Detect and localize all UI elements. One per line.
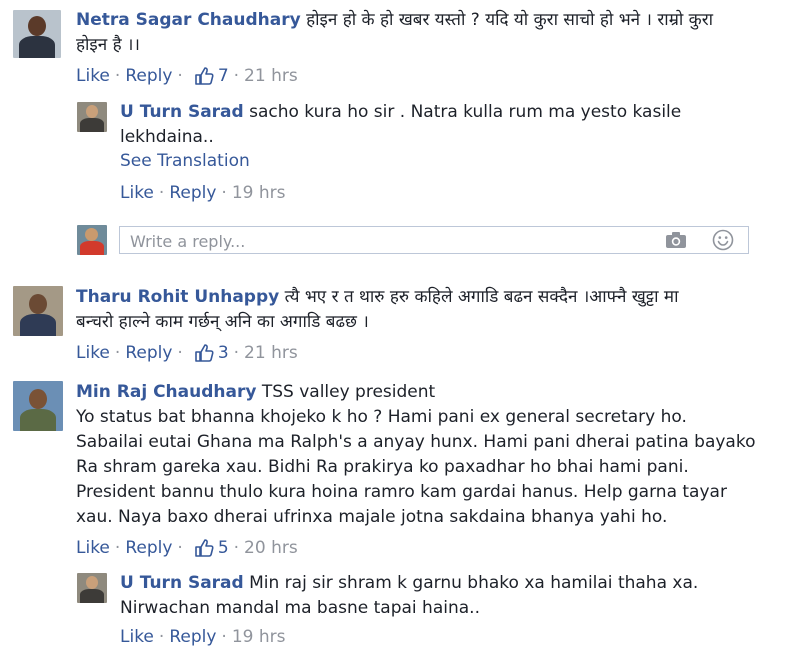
like-link[interactable]: Like — [76, 538, 110, 558]
comment-actions: Like · Reply · 5 · 20 hrs — [76, 538, 298, 558]
reply-author[interactable]: U Turn Sarad — [120, 102, 244, 122]
reply-link[interactable]: Reply — [169, 627, 216, 647]
like-link[interactable]: Like — [120, 627, 154, 647]
timestamp[interactable]: 21 hrs — [244, 66, 298, 86]
avatar[interactable] — [13, 10, 61, 58]
timestamp[interactable]: 20 hrs — [244, 538, 298, 558]
timestamp[interactable]: 21 hrs — [244, 343, 298, 363]
smiley-icon[interactable] — [712, 229, 734, 255]
timestamp[interactable]: 19 hrs — [232, 627, 286, 647]
like-link[interactable]: Like — [76, 66, 110, 86]
reply-text: Min raj sir shram k garnu bhako xa hamil… — [249, 573, 699, 593]
comment-text: Yo status bat bhanna khojeko k ho ? Hami… — [76, 407, 687, 427]
comment-text: TSS valley president — [261, 382, 436, 402]
comment-actions: Like · Reply · 3 · 21 hrs — [76, 343, 298, 363]
comment-text: Ra shram gareka xau. Bidhi Ra prakirya k… — [76, 457, 689, 477]
comment-text: होइन हो के हो खबर यस्तो ? यदि यो कुरा सा… — [306, 10, 714, 30]
comment-body: Min Raj Chaudhary TSS valley president Y… — [76, 380, 796, 530]
comment-text: होइन है ।। — [76, 35, 140, 55]
camera-icon[interactable] — [665, 231, 687, 253]
avatar[interactable] — [13, 286, 63, 336]
like-count[interactable]: 5 — [218, 538, 229, 558]
thumbs-up-icon[interactable] — [194, 343, 214, 363]
avatar[interactable] — [77, 573, 107, 603]
comment-text: त्यै भए र त थारु हरु कहिले अगाडि बढन सक्… — [284, 287, 679, 307]
reply-link[interactable]: Reply — [169, 183, 216, 203]
comment-actions: Like · Reply · 7 · 21 hrs — [76, 66, 298, 86]
comment-text: xau. Naya baxo dherai ufrinxa majale jot… — [76, 507, 668, 527]
reply-link[interactable]: Reply — [125, 343, 172, 363]
reply-body: U Turn Sarad Min raj sir shram k garnu b… — [120, 571, 780, 621]
comment-text: बन्चरो हाल्ने काम गर्छन् अनि का अगाडि बढ… — [76, 312, 369, 332]
thumbs-up-icon[interactable] — [194, 538, 214, 558]
reply-link[interactable]: Reply — [125, 538, 172, 558]
reply-author[interactable]: U Turn Sarad — [120, 573, 244, 593]
reply-actions: Like · Reply · 19 hrs — [120, 183, 286, 203]
comment-author[interactable]: Min Raj Chaudhary — [76, 382, 256, 402]
like-link[interactable]: Like — [76, 343, 110, 363]
reply-text: sacho kura ho sir . Natra kulla rum ma y… — [249, 102, 682, 122]
current-user-avatar — [77, 225, 107, 255]
avatar[interactable] — [13, 381, 63, 431]
timestamp[interactable]: 19 hrs — [232, 183, 286, 203]
reply-text: lekhdaina.. — [120, 127, 214, 147]
comment-body: Netra Sagar Chaudhary होइन हो के हो खबर … — [76, 8, 796, 58]
comment-text: Sabailai eutai Ghana ma Ralph's a anyay … — [76, 432, 756, 452]
reply-body: U Turn Sarad sacho kura ho sir . Natra k… — [120, 100, 780, 150]
like-count[interactable]: 3 — [218, 343, 229, 363]
like-link[interactable]: Like — [120, 183, 154, 203]
avatar[interactable] — [77, 102, 107, 132]
reply-text: Nirwachan mandal ma basne tapai haina.. — [120, 598, 480, 618]
reply-actions: Like · Reply · 19 hrs — [120, 627, 286, 647]
comment-body: Tharu Rohit Unhappy त्यै भए र त थारु हरु… — [76, 285, 796, 335]
comment-author[interactable]: Tharu Rohit Unhappy — [76, 287, 279, 307]
reply-input-box[interactable] — [119, 226, 749, 254]
reply-link[interactable]: Reply — [125, 66, 172, 86]
thumbs-up-icon[interactable] — [194, 66, 214, 86]
comment-author[interactable]: Netra Sagar Chaudhary — [76, 10, 301, 30]
like-count[interactable]: 7 — [218, 66, 229, 86]
see-translation-link[interactable]: See Translation — [120, 151, 250, 171]
reply-input[interactable] — [128, 228, 652, 254]
comment-text: President bannu thulo kura hoina ramro k… — [76, 482, 727, 502]
